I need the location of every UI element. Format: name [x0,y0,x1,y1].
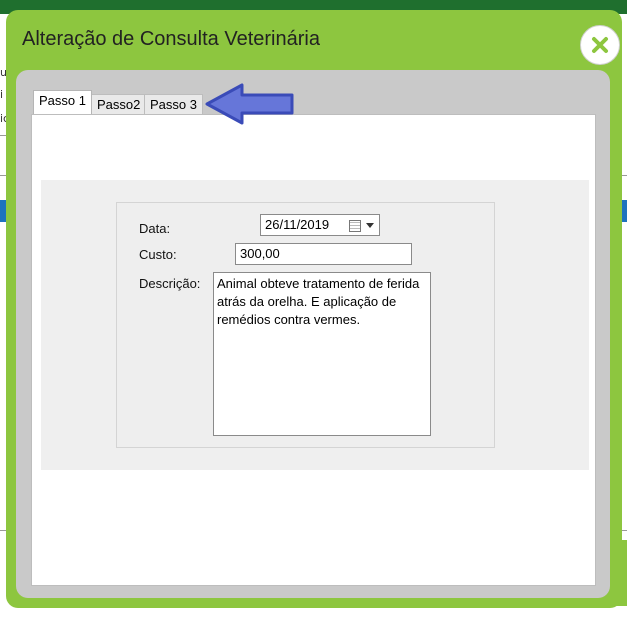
modal-title: Alteração de Consulta Veterinária [22,28,320,50]
background-text-fragment: i [0,88,4,101]
cost-value: 300,00 [240,246,280,261]
cost-input[interactable]: 300,00 [235,243,412,265]
tab-panel-passo-1: Data: 26/11/2019 Custo: 300,00 Descrição… [31,114,596,586]
description-textarea[interactable]: Animal obteve tratamento de ferida atrás… [213,272,431,436]
modal-body: Passo 1 Passo2 Passo 3 Data: 26/11/2019 … [16,70,610,598]
close-x-icon [592,37,608,53]
close-button[interactable] [580,25,620,65]
tab-passo-2[interactable]: Passo2 [91,94,147,114]
cost-label: Custo: [139,247,177,262]
tab-passo-3[interactable]: Passo 3 [144,94,203,114]
date-picker-field[interactable]: 26/11/2019 [260,214,380,236]
tab-passo-1[interactable]: Passo 1 [33,90,92,114]
form-section: Data: 26/11/2019 Custo: 300,00 Descrição… [41,180,589,470]
date-value: 26/11/2019 [265,217,330,232]
calendar-icon[interactable] [349,220,361,232]
arrow-left-icon [205,83,294,125]
chevron-down-icon[interactable] [366,223,374,228]
date-label: Data: [139,221,171,236]
edit-consultation-modal: Alteração de Consulta Veterinária Passo … [6,10,622,608]
description-value: Animal obteve tratamento de ferida atrás… [217,276,420,327]
background-accent [622,200,627,222]
form-fieldset: Data: 26/11/2019 Custo: 300,00 Descrição… [116,202,495,448]
description-label: Descrição: [139,276,201,291]
